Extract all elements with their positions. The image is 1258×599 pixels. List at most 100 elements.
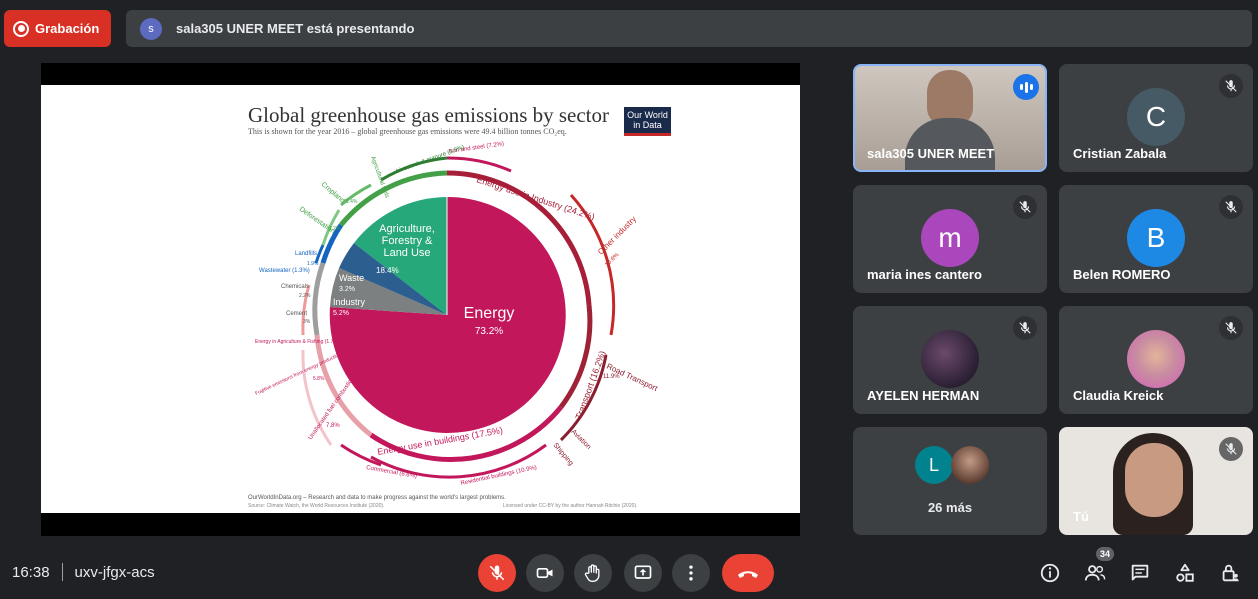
label-deforestation-pct: 2.2%	[329, 226, 341, 232]
mic-off-icon	[1013, 195, 1037, 219]
participant-tile-cristian[interactable]: C Cristian Zabala	[1059, 64, 1253, 172]
participant-name: Cristian Zabala	[1073, 146, 1167, 161]
label-fugitive: Fugitive emissions from energy productio…	[254, 352, 342, 397]
lock-person-icon	[1222, 564, 1239, 582]
people-count-badge: 34	[1096, 547, 1114, 561]
slide-footer: OurWorldInData.org – Research and data t…	[248, 495, 506, 501]
activities-icon	[1176, 563, 1194, 582]
more-options-button[interactable]	[672, 554, 710, 592]
label-aviation: Aviation	[570, 428, 593, 451]
participant-name: AYELEN HERMAN	[867, 388, 980, 403]
participant-tile-belen[interactable]: B Belen ROMERO	[1059, 185, 1253, 293]
mic-off-icon	[1219, 74, 1243, 98]
more-participants-tile[interactable]: L 26 más	[853, 427, 1047, 535]
label-livestock: Livestock & manure (5.8%)	[396, 145, 466, 175]
speaking-indicator-icon	[1013, 74, 1039, 100]
camera-icon	[536, 568, 553, 578]
more-participants-label: 26 más	[927, 500, 973, 515]
activities-button[interactable]	[1171, 559, 1199, 587]
mic-toggle-button[interactable]	[478, 554, 516, 592]
participant-tile-presenter[interactable]: sala305 UNER MEET	[853, 64, 1047, 172]
people-button[interactable]	[1081, 559, 1109, 587]
label-landfills: Landfills	[295, 251, 317, 257]
participant-tile-maria[interactable]: m maria ines cantero	[853, 185, 1047, 293]
avatar: m	[921, 209, 979, 267]
ring-industry	[312, 262, 326, 336]
presentation-area: Global greenhouse gas emissions by secto…	[41, 63, 800, 536]
label-cement-pct: 3%	[303, 319, 311, 325]
pie-label-industry: Industry	[333, 297, 366, 307]
presenter-avatar: s	[140, 17, 162, 40]
pie-label-energy-pct: 73.2%	[475, 326, 503, 337]
mic-off-icon	[489, 565, 505, 581]
label-landfills-pct: 1.9%	[307, 261, 319, 267]
present-icon	[634, 565, 652, 579]
leave-call-button[interactable]	[722, 554, 774, 592]
present-screen-button[interactable]	[624, 554, 662, 592]
pie-label-waste-pct: 3.2%	[339, 286, 355, 293]
people-icon	[1084, 565, 1106, 581]
pie-label-agri: Agriculture, Forestry & Land Use	[379, 223, 435, 259]
participant-name: sala305 UNER MEET	[867, 146, 995, 161]
label-transport: Transport (16.2%)	[573, 349, 607, 420]
label-wastewater: Wastewater (1.3%)	[259, 268, 310, 274]
label-shipping: Shipping	[551, 442, 574, 467]
self-face	[1125, 443, 1183, 517]
presenting-banner: s sala305 UNER MEET está presentando	[126, 10, 1252, 47]
avatar-photo	[951, 446, 989, 484]
recording-indicator[interactable]: Grabación	[4, 10, 111, 47]
camera-toggle-button[interactable]	[526, 554, 564, 592]
info-icon	[1040, 563, 1060, 583]
label-cropland-pct: 1.4%	[346, 199, 358, 205]
pie-label-industry-pct: 5.2%	[333, 310, 349, 317]
mic-off-icon	[1013, 316, 1037, 340]
label-chemicals-pct: 2.2%	[299, 293, 311, 299]
mic-off-icon	[1219, 316, 1243, 340]
mic-off-icon	[1219, 195, 1243, 219]
label-fugitive-pct: 5.8%	[313, 376, 325, 382]
presenting-text: sala305 UNER MEET está presentando	[176, 21, 415, 36]
avatar-photo	[921, 330, 979, 388]
participant-name: Belen ROMERO	[1073, 267, 1171, 282]
label-road-transport-pct: 11.9%	[603, 374, 620, 380]
slide-license: Licensed under CC-BY by the author Hanna…	[503, 503, 638, 509]
pie-label-waste: Waste	[339, 273, 364, 283]
host-controls-button[interactable]	[1216, 559, 1244, 587]
chat-button[interactable]	[1126, 559, 1154, 587]
avatar: C	[1127, 88, 1185, 146]
participant-name: Tú	[1073, 509, 1089, 524]
avatar: B	[1127, 209, 1185, 267]
meeting-info: 16:38 uxv-jfgx-acs	[12, 563, 155, 581]
more-vert-icon	[689, 565, 693, 581]
slide: Global greenhouse gas emissions by secto…	[41, 85, 800, 513]
record-icon	[13, 20, 29, 37]
hangup-icon	[738, 571, 758, 578]
recording-label: Grabación	[35, 21, 100, 36]
mic-off-icon	[1219, 437, 1243, 461]
ring-commercial	[340, 443, 382, 467]
participant-name: Claudia Kreick	[1073, 388, 1164, 403]
chat-icon	[1131, 564, 1149, 581]
meeting-details-button[interactable]	[1036, 559, 1064, 587]
avatar-photo	[1127, 330, 1185, 388]
participant-tile-ayelen[interactable]: AYELEN HERMAN	[853, 306, 1047, 414]
clock: 16:38	[12, 563, 50, 581]
emissions-chart: Energy 73.2% Agriculture, Forestry & Lan…	[254, 141, 659, 487]
divider	[61, 563, 63, 581]
slide-source: Source: Climate Watch, the World Resourc…	[248, 503, 385, 509]
label-other-industry: Other industry	[596, 215, 638, 257]
participant-tile-claudia[interactable]: Claudia Kreick	[1059, 306, 1253, 414]
avatar: L	[915, 446, 953, 484]
label-cropland: Cropland	[320, 181, 346, 205]
pie-label-energy: Energy	[464, 305, 515, 322]
participant-name: maria ines cantero	[867, 267, 982, 282]
pie-label-agri-pct: 18.4%	[376, 266, 399, 275]
meeting-code[interactable]: uxv-jfgx-acs	[75, 564, 155, 581]
hand-icon	[584, 564, 600, 582]
ring-iron-steel	[446, 156, 512, 173]
label-agri-fishing: Energy in Agriculture & Fishing (1.7%)	[255, 339, 340, 345]
label-cement: Cement	[286, 311, 307, 317]
self-view-tile[interactable]: Tú	[1059, 427, 1253, 535]
label-chemicals: Chemicals	[281, 284, 309, 290]
raise-hand-button[interactable]	[574, 554, 612, 592]
